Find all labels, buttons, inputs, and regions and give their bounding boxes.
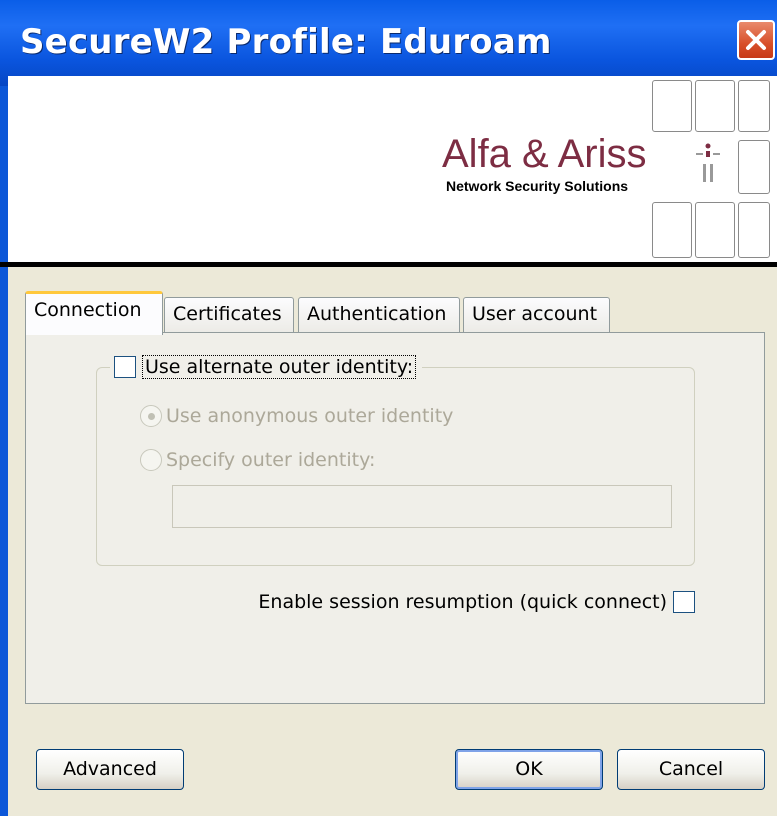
alternate-identity-checkbox[interactable] xyxy=(114,356,136,378)
logo-block xyxy=(738,80,770,132)
specify-identity-radio[interactable] xyxy=(140,449,162,471)
logo-block xyxy=(695,80,735,132)
ok-button[interactable]: OK xyxy=(455,749,603,790)
specify-identity-label: Specify outer identity: xyxy=(166,449,376,471)
outer-identity-input[interactable] xyxy=(172,485,672,528)
logo-block xyxy=(695,202,735,258)
anonymous-identity-option[interactable]: Use anonymous outer identity xyxy=(140,405,453,427)
session-resumption-checkbox[interactable] xyxy=(673,591,695,613)
alternate-identity-label[interactable]: Use alternate outer identity: xyxy=(142,355,417,379)
session-resumption-option[interactable]: Enable session resumption (quick connect… xyxy=(258,591,695,613)
close-button[interactable] xyxy=(737,20,775,60)
cancel-button[interactable]: Cancel xyxy=(617,749,765,790)
alternate-identity-option[interactable]: Use alternate outer identity: xyxy=(110,355,423,379)
window-left-border xyxy=(0,0,8,816)
tab-user-account[interactable]: User account xyxy=(463,297,610,333)
window-title: SecureW2 Profile: Eduroam xyxy=(20,22,552,62)
logo-block xyxy=(652,80,692,132)
session-resumption-label: Enable session resumption (quick connect… xyxy=(258,591,667,613)
logo-mark-icon xyxy=(696,143,720,182)
logo-block xyxy=(738,140,770,194)
tab-certificates[interactable]: Certificates xyxy=(164,297,294,333)
company-tagline: Network Security Solutions xyxy=(446,178,629,194)
advanced-button[interactable]: Advanced xyxy=(36,749,184,790)
specify-identity-option[interactable]: Specify outer identity: xyxy=(140,449,375,471)
logo-block xyxy=(652,202,692,258)
close-icon xyxy=(746,30,766,50)
logo-block xyxy=(738,202,770,258)
anonymous-identity-label: Use anonymous outer identity xyxy=(166,405,454,427)
banner-divider xyxy=(0,262,777,267)
tab-connection[interactable]: Connection xyxy=(25,291,163,335)
company-name: Alfa & Ariss xyxy=(442,132,647,176)
title-bar[interactable]: SecureW2 Profile: Eduroam xyxy=(0,0,777,86)
tab-authentication[interactable]: Authentication xyxy=(298,297,460,333)
anonymous-identity-radio[interactable] xyxy=(140,405,162,427)
